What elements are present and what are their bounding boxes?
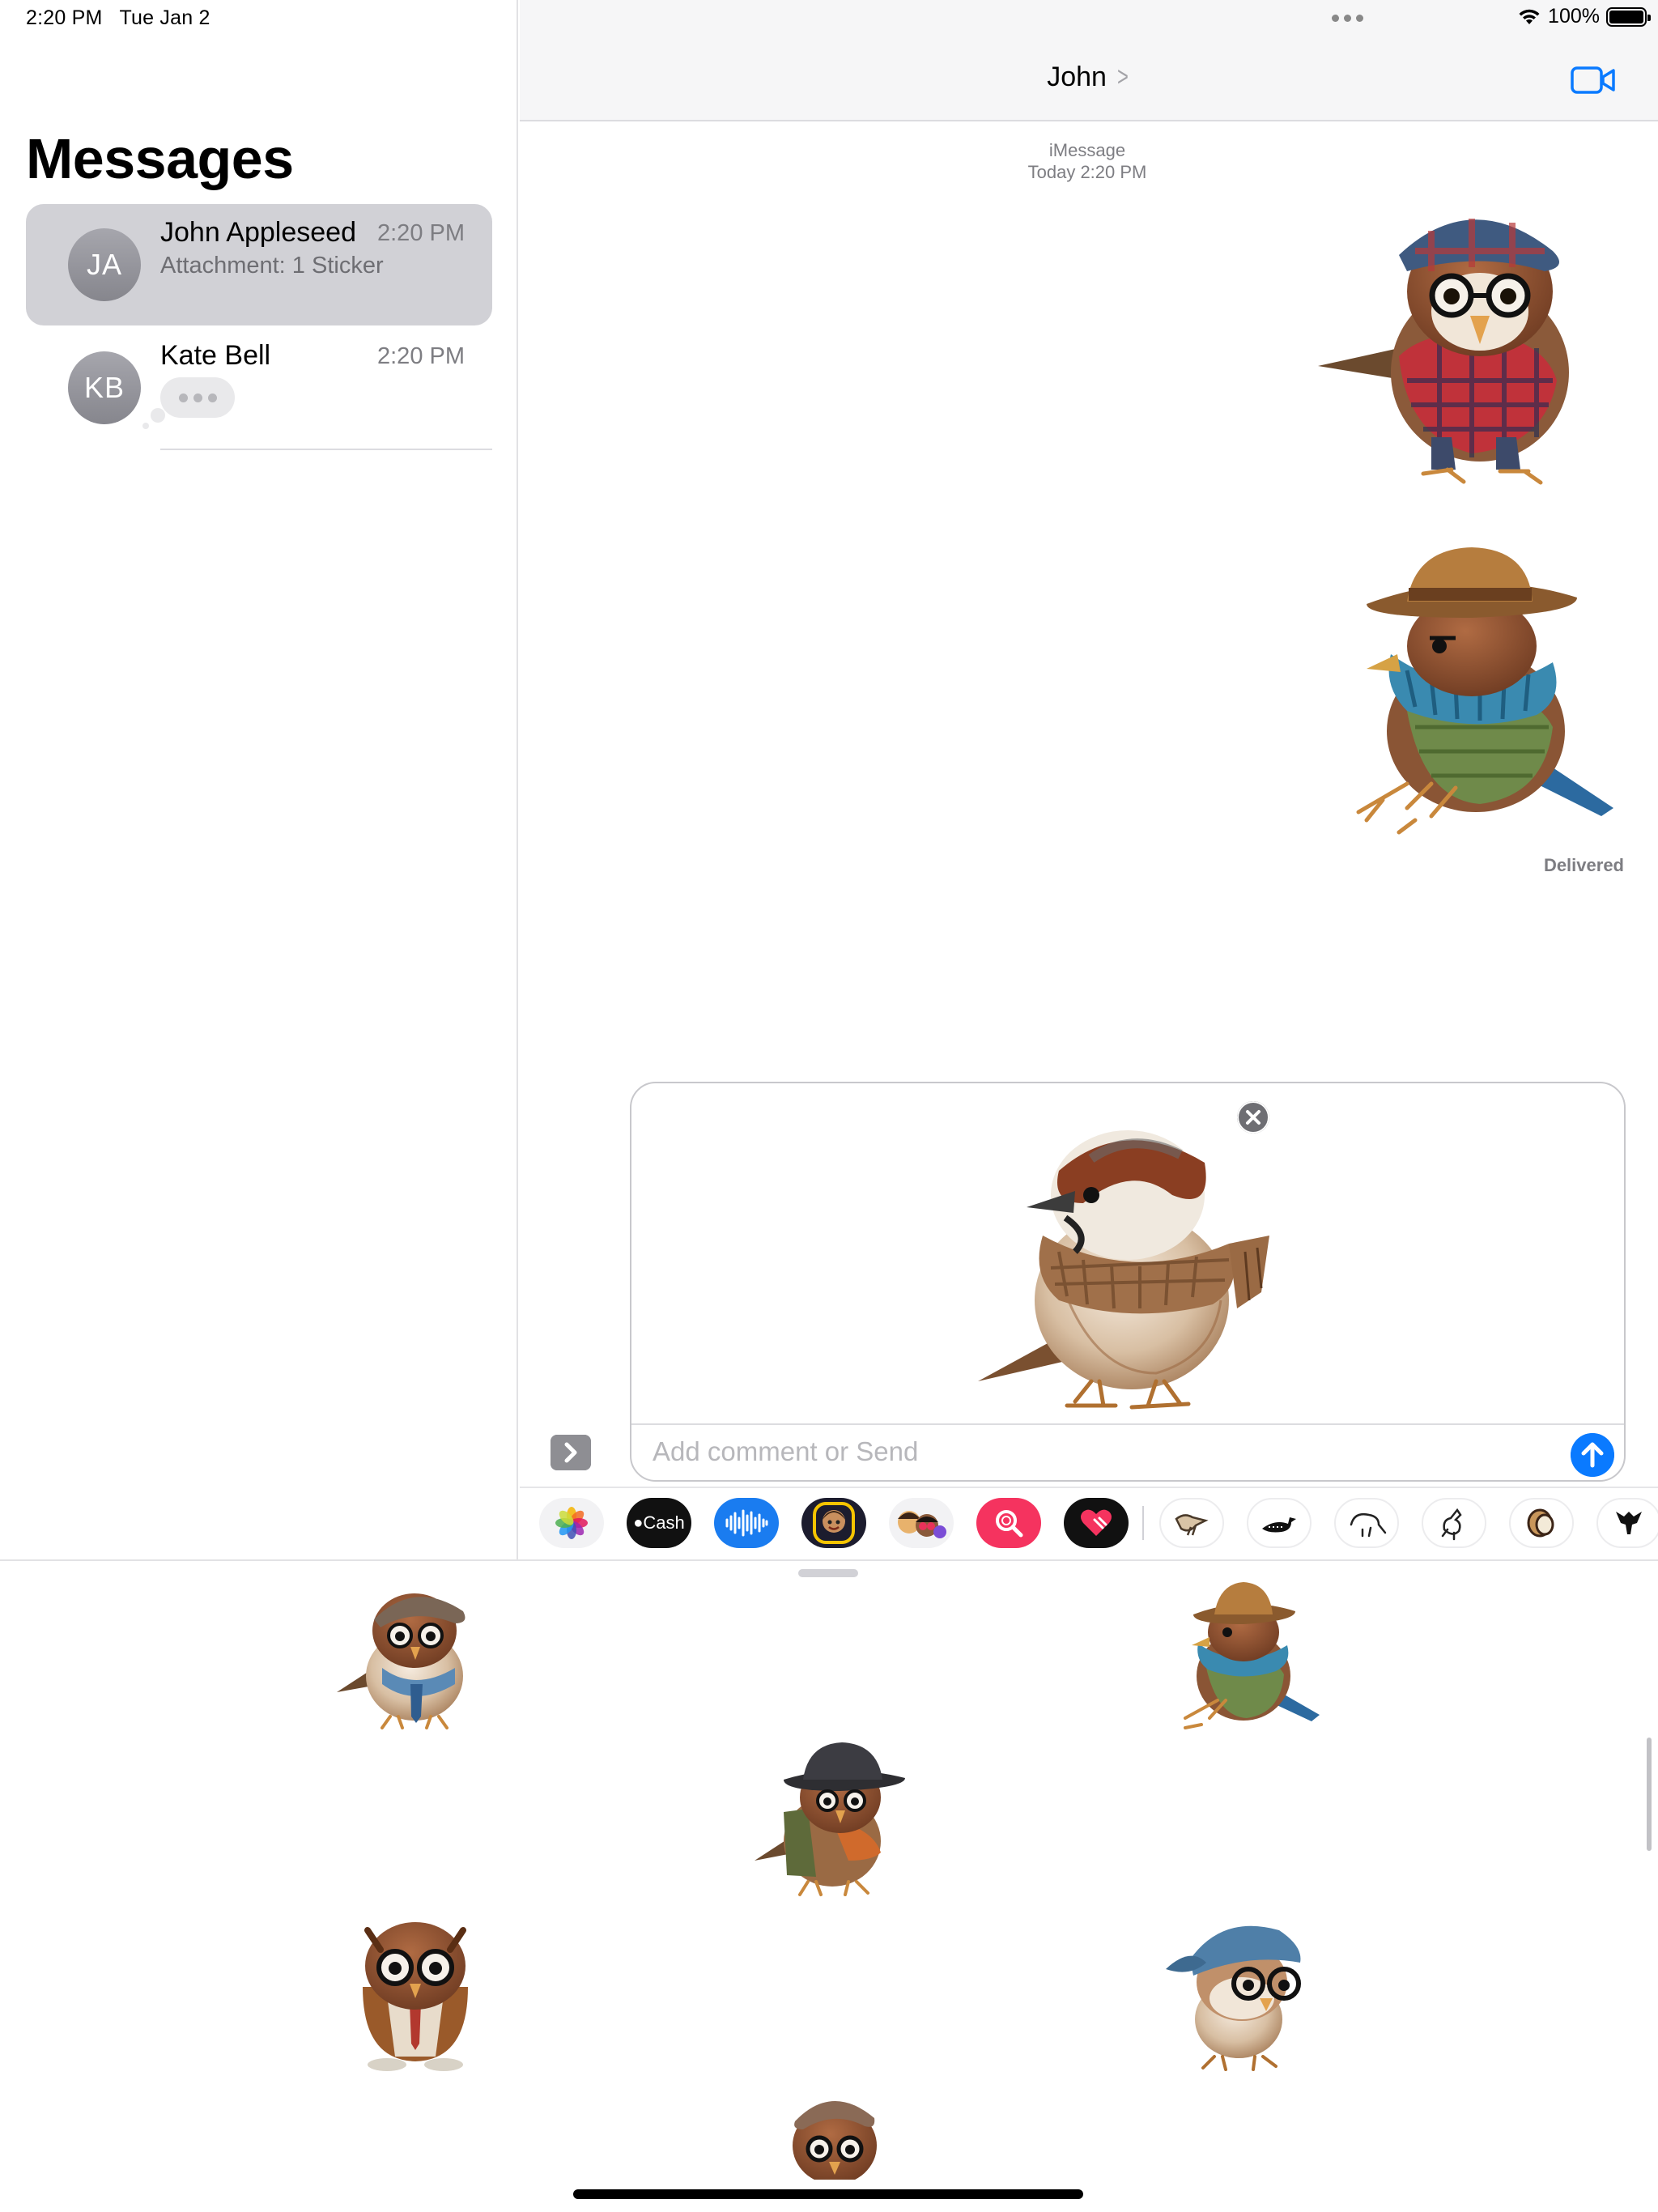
message-input[interactable]: Add comment or Send: [653, 1436, 918, 1467]
memoji-icon[interactable]: [801, 1498, 866, 1548]
drawer-sticker-sparrow-glasses-tie[interactable]: [338, 1914, 492, 2073]
composer-sticker-attachment: [978, 1130, 1269, 1410]
divider: [160, 449, 492, 450]
conversation-time: 2:20 PM: [377, 343, 465, 369]
delivered-status: Delivered: [1543, 855, 1624, 875]
drawer-sticker-sparrow-hat-backpack[interactable]: [751, 1739, 910, 1898]
drawer-scrollbar[interactable]: [1647, 1738, 1652, 1851]
typing-indicator-tail: [142, 423, 149, 429]
status-time: 2:20 PM: [26, 6, 103, 29]
conversation-sidebar: 2:20 PM Tue Jan 2 Messages JA John Apple…: [0, 0, 518, 1559]
expand-apps-button[interactable]: [551, 1435, 591, 1470]
contact-name: John: [1047, 62, 1107, 92]
kiwi-app-icon[interactable]: [1334, 1498, 1399, 1548]
status-date: Tue Jan 2: [119, 6, 210, 29]
drawer-sticker-sparrow-blue-cap[interactable]: [1158, 1914, 1316, 2071]
avatar: KB: [68, 351, 141, 424]
photos-icon[interactable]: [539, 1498, 604, 1548]
battery-icon: [1606, 6, 1651, 27]
images-search-icon[interactable]: [976, 1498, 1041, 1548]
typing-indicator: [160, 377, 235, 418]
message-timestamp: iMessage Today 2:20 PM: [931, 139, 1244, 183]
typing-indicator-tail: [151, 408, 165, 423]
service-label: iMessage: [1048, 140, 1126, 160]
sticker-message-sparrow-cap[interactable]: [1310, 194, 1593, 494]
send-button[interactable]: [1571, 1433, 1614, 1477]
status-bar-clock: 2:20 PM Tue Jan 2: [26, 6, 210, 30]
avatar: JA: [68, 228, 141, 301]
audio-icon[interactable]: [714, 1498, 779, 1548]
divider: [631, 1423, 1624, 1425]
bird-app-icon[interactable]: [1422, 1498, 1486, 1548]
coconut-app-icon[interactable]: [1509, 1498, 1574, 1548]
timestamp-label: Today 2:20 PM: [1027, 162, 1147, 182]
divider: [1142, 1506, 1144, 1540]
video-call-icon[interactable]: [1571, 65, 1616, 96]
more-app-icon[interactable]: [1596, 1498, 1658, 1548]
contact-name-button[interactable]: John >: [520, 62, 1658, 93]
multitasking-icon[interactable]: [1332, 15, 1363, 22]
sparrow-app-icon[interactable]: [1159, 1498, 1224, 1548]
conversation-name: Kate Bell: [160, 340, 271, 371]
cash-label: Cash: [643, 1512, 685, 1533]
page-title: Messages: [26, 127, 294, 190]
chat-header: 100% John >: [520, 0, 1658, 121]
drawer-sticker-sparrow-beret[interactable]: [784, 2089, 886, 2180]
cash-icon[interactable]: ● Cash: [627, 1498, 691, 1548]
battery-percent: 100%: [1548, 5, 1600, 28]
conversation-name: John Appleseed: [160, 217, 356, 248]
status-bar-right: 100%: [1517, 5, 1651, 28]
wifi-icon: [1519, 9, 1540, 24]
digital-touch-icon[interactable]: [1064, 1498, 1129, 1548]
chevron-right-icon: >: [1116, 62, 1129, 92]
conversation-preview: Attachment: 1 Sticker: [160, 253, 384, 279]
drawer-grabber[interactable]: [798, 1569, 858, 1577]
drawer-sticker-sparrow-cap-tie[interactable]: [334, 1579, 479, 1729]
remove-attachment-button[interactable]: [1237, 1101, 1269, 1134]
memoji-stickers-icon[interactable]: [889, 1498, 954, 1548]
imessage-app-strip: ● Cash: [520, 1487, 1658, 1559]
drawer-sticker-sparrow-bucket-hat[interactable]: [1169, 1579, 1323, 1729]
conversation-row-john-appleseed[interactable]: JA John Appleseed 2:20 PM Attachment: 1 …: [26, 204, 492, 325]
message-composer[interactable]: Add comment or Send: [630, 1082, 1626, 1482]
conversation-time: 2:20 PM: [377, 220, 465, 246]
conversation-row-kate-bell[interactable]: KB Kate Bell 2:20 PM: [26, 327, 492, 449]
sticker-message-sparrow-fedora[interactable]: [1334, 541, 1618, 840]
home-indicator[interactable]: [573, 2189, 1083, 2199]
loon-app-icon[interactable]: [1247, 1498, 1312, 1548]
